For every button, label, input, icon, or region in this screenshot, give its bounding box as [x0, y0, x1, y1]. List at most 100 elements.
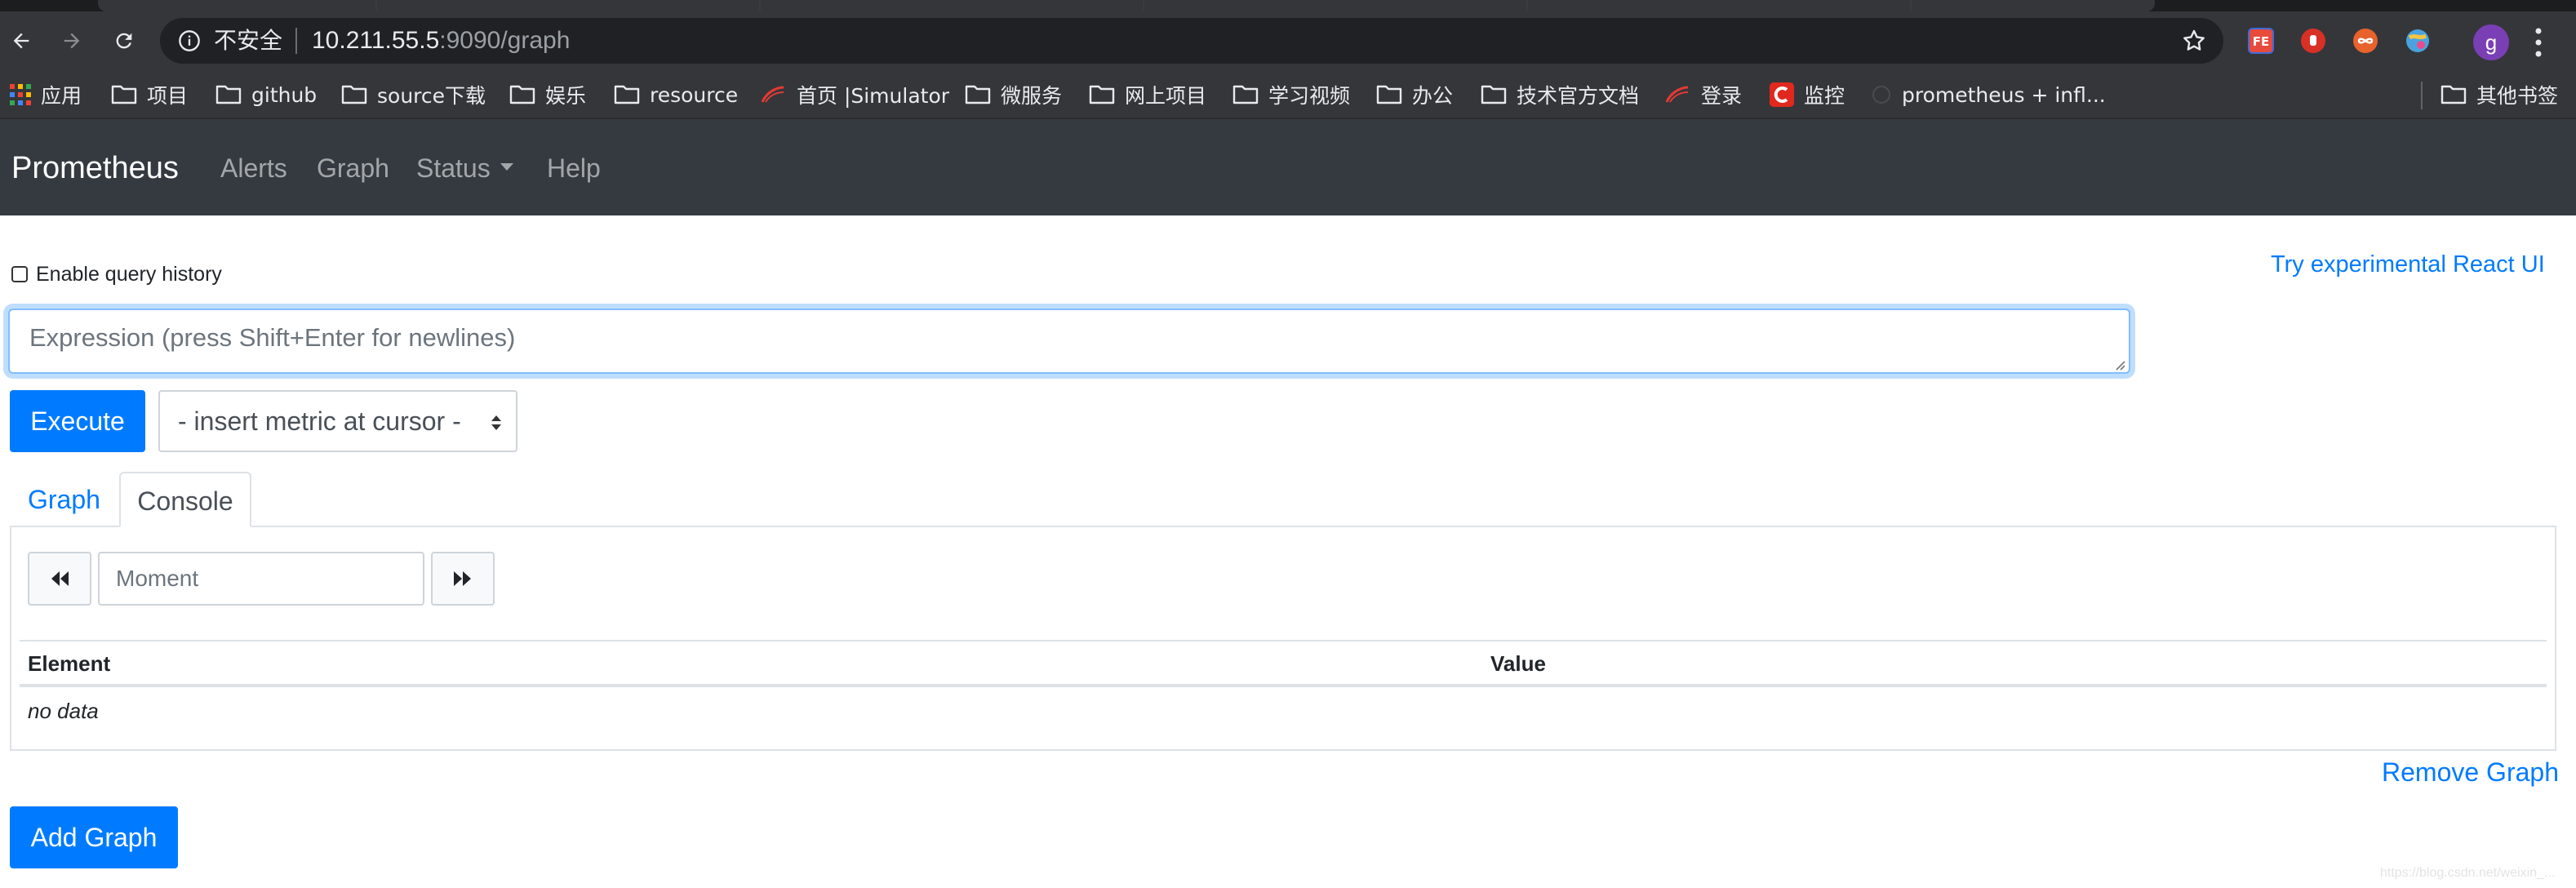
column-header-element: Element [28, 651, 111, 676]
url-path: :9090/graph [439, 27, 571, 54]
bookmark-star-icon[interactable] [2181, 28, 2207, 54]
security-label: 不安全 [214, 27, 283, 54]
watermark-text: https://blog.csdn.net/weixin_... [2380, 866, 2556, 880]
bookmark-folder-online-projects[interactable]: 网上项目 [1089, 80, 1206, 109]
browser-toolbar: 不安全 10.211.55.5:9090/graph FE g [0, 11, 2576, 70]
nav-help[interactable]: Help [547, 152, 601, 184]
bookmark-label: 技术官方文档 [1517, 84, 1640, 108]
apps-grid-icon [10, 84, 31, 105]
expression-input[interactable] [8, 309, 2130, 374]
svg-text:FE: FE [2253, 34, 2270, 49]
insert-metric-select[interactable]: - insert metric at cursor - [158, 390, 517, 452]
bookmark-label: 微服务 [1001, 84, 1063, 108]
bookmark-label: 娱乐 [545, 84, 587, 108]
hand-extension-icon[interactable] [2300, 28, 2326, 54]
bookmark-label: 首页 |Simulator [797, 84, 950, 108]
tab-separator [1526, 0, 1528, 11]
bookmark-folder-videos[interactable]: 学习视频 [1232, 80, 1350, 109]
bookmark-label: 学习视频 [1268, 84, 1351, 108]
tab-graph[interactable]: Graph [11, 472, 117, 527]
bookmark-label: resource [650, 82, 739, 107]
bookmark-label: 登录 [1701, 84, 1743, 108]
folder-icon [1376, 85, 1402, 104]
tab-separator [759, 0, 761, 11]
bookmark-folder-source[interactable]: source下载 [341, 80, 486, 109]
folder-icon [509, 85, 535, 104]
fe-extension-icon[interactable]: FE [2248, 28, 2274, 54]
bookmark-label: prometheus + infl... [1902, 82, 2106, 107]
bookmark-folder-office[interactable]: 办公 [1376, 80, 1453, 109]
bookmark-prometheus-influx[interactable]: prometheus + infl... [1871, 80, 2106, 109]
simulator-logo-icon [761, 86, 784, 103]
active-tab[interactable] [98, 0, 2155, 11]
chevron-down-icon [500, 163, 513, 171]
bookmark-simulator-home[interactable]: 首页 |Simulator [759, 80, 949, 109]
bookmark-folder-microservices[interactable]: 微服务 [965, 80, 1062, 109]
url-host: 10.211.55.5 [312, 27, 440, 54]
bookmark-other-folder[interactable]: 其他书签 [2441, 80, 2558, 109]
execute-button[interactable]: Execute [10, 390, 145, 452]
tab-console[interactable]: Console [119, 472, 251, 527]
reload-button[interactable] [104, 21, 144, 60]
bookmark-folder-github[interactable]: github [215, 80, 317, 109]
moment-back-button[interactable] [28, 552, 91, 606]
nav-status-label: Status [416, 153, 491, 183]
page-icon [1872, 86, 1890, 104]
folder-icon [111, 85, 137, 104]
table-header-border [20, 684, 2547, 687]
nav-status[interactable]: Status [416, 152, 513, 184]
bookmark-label: 应用 [41, 84, 82, 108]
arrow-right-icon [64, 33, 80, 49]
bookmark-folder-entertainment[interactable]: 娱乐 [509, 80, 586, 109]
moment-input[interactable] [98, 552, 424, 606]
forward-icon [454, 571, 471, 586]
bookmark-apps[interactable]: 应用 [10, 80, 82, 109]
nav-graph[interactable]: Graph [317, 152, 389, 184]
metric-select-value: - insert metric at cursor - [178, 406, 461, 436]
bookmark-login[interactable]: 登录 [1663, 80, 1742, 109]
profile-avatar[interactable]: g [2473, 24, 2509, 60]
remove-graph-link[interactable]: Remove Graph [2382, 756, 2559, 788]
browser-tab-strip [0, 0, 2576, 11]
nav-alerts[interactable]: Alerts [220, 152, 287, 184]
bookmark-label: 网上项目 [1125, 84, 1207, 108]
bookmark-label: 其他书签 [2476, 84, 2559, 108]
brand-link[interactable]: Prometheus [11, 150, 179, 186]
add-graph-button[interactable]: Add Graph [10, 806, 178, 868]
bookmark-label: source下载 [377, 84, 486, 108]
moment-forward-button[interactable] [431, 552, 495, 606]
bookmark-folder-tech-docs[interactable]: 技术官方文档 [1481, 80, 1639, 109]
omnibox-divider [295, 28, 297, 54]
folder-icon [2441, 85, 2467, 104]
bookmark-monitoring[interactable]: 监控 [1770, 80, 1845, 109]
url-text[interactable]: 10.211.55.5:9090/graph [312, 28, 570, 54]
folder-icon [965, 85, 991, 104]
bookmarks-separator [2421, 82, 2423, 109]
back-button[interactable] [2, 21, 41, 60]
info-icon[interactable] [178, 29, 201, 52]
csdn-logo-icon [1770, 82, 1794, 107]
table-empty-message: no data [28, 699, 99, 723]
browser-menu-icon[interactable] [2532, 26, 2545, 59]
forward-button[interactable] [52, 21, 91, 60]
column-header-value: Value [1490, 651, 1546, 676]
tab-separator [375, 0, 377, 11]
infinity-extension-icon[interactable] [2352, 28, 2378, 54]
address-bar[interactable]: 不安全 10.211.55.5:9090/graph [160, 18, 2223, 64]
tab-separator [1143, 0, 1144, 11]
react-ui-link[interactable]: Try experimental React UI [2271, 250, 2545, 279]
resize-handle-icon[interactable] [2112, 357, 2125, 371]
table-top-border [20, 640, 2547, 642]
folder-icon [614, 85, 640, 104]
bookmark-label: github [251, 82, 318, 107]
bookmark-folder-projects[interactable]: 项目 [111, 80, 188, 109]
folder-icon [1089, 85, 1115, 104]
globe-extension-icon[interactable] [2405, 28, 2431, 54]
query-history-checkbox[interactable] [11, 266, 28, 282]
bookmark-label: 监控 [1804, 84, 1845, 108]
query-history-label[interactable]: Enable query history [36, 261, 222, 287]
folder-icon [341, 85, 367, 104]
arrow-left-icon [13, 33, 29, 49]
simulator-logo-icon [1665, 86, 1689, 103]
bookmark-folder-resource[interactable]: resource [614, 80, 738, 109]
